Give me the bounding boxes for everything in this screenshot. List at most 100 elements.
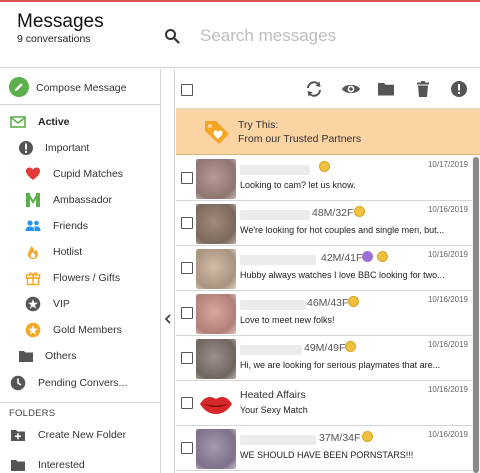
gold-member-badge-icon	[319, 161, 330, 172]
message-date: 10/16/2019	[427, 295, 468, 304]
avatar[interactable]	[196, 249, 236, 289]
message-preview: WE SHOULD HAVE BEEN PORNSTARS!!!	[240, 450, 414, 460]
trash-icon[interactable]	[414, 80, 432, 98]
ambassador-icon	[26, 193, 40, 207]
message-preview: We're looking for hot couples and single…	[240, 225, 445, 235]
folders-divider	[0, 402, 160, 403]
message-date: 10/17/2019	[427, 160, 468, 169]
message-row[interactable]: 49M/49F 10/16/2019 Hi, we are looking fo…	[176, 336, 472, 381]
refresh-icon[interactable]	[305, 80, 323, 98]
compose-message-button[interactable]: Compose Message	[0, 69, 160, 105]
gold-member-badge-icon	[354, 206, 365, 217]
gift-icon	[25, 272, 41, 286]
sidebar-item-flowers-gifts[interactable]: Flowers / Gifts	[0, 265, 160, 291]
scrollbar-thumb[interactable]	[473, 157, 479, 473]
sidebar-item-ambassador[interactable]: Ambassador	[0, 187, 160, 213]
flame-icon	[28, 246, 38, 259]
avatar[interactable]	[196, 159, 236, 199]
sidebar-item-label: Important	[45, 142, 90, 154]
message-preview: Your Sexy Match	[240, 405, 308, 415]
create-new-folder-button[interactable]: Create New Folder	[0, 422, 160, 448]
message-row[interactable]: 46M/43F 10/16/2019 Love to meet new folk…	[176, 291, 472, 336]
message-row[interactable]: 42M/41F 10/16/2019 Hubby always watches …	[176, 246, 472, 291]
message-preview: Hubby always watches I love BBC looking …	[240, 270, 445, 280]
message-preview: Hi, we are looking for serious playmates…	[240, 360, 441, 370]
avatar[interactable]	[196, 429, 236, 469]
message-list-panel: Try This: From our Trusted Partners 10/1…	[176, 69, 480, 473]
sender-name-blurred	[240, 345, 302, 355]
sidebar-collapse-handle[interactable]	[161, 69, 175, 473]
row-checkbox[interactable]	[181, 262, 193, 274]
row-checkbox[interactable]	[181, 352, 193, 364]
report-icon[interactable]	[450, 80, 468, 98]
sidebar-item-label: Cupid Matches	[53, 168, 124, 180]
sidebar-item-gold-members[interactable]: Gold Members	[0, 317, 160, 343]
promo-subtitle: From our Trusted Partners	[238, 133, 362, 145]
search-icon[interactable]	[164, 28, 180, 44]
compose-label: Compose Message	[36, 82, 127, 94]
verified-badge-icon	[362, 251, 373, 262]
star-circle-icon	[25, 296, 41, 312]
sidebar-item-others[interactable]: Others	[0, 343, 160, 369]
row-checkbox[interactable]	[181, 307, 193, 319]
avatar[interactable]	[196, 204, 236, 244]
sidebar-folder-interested[interactable]: Interested	[0, 452, 160, 473]
exclamation-circle-icon	[19, 141, 33, 155]
age-gender-meta: 37M/34F	[319, 432, 361, 444]
folder-icon	[19, 351, 33, 362]
sidebar-item-label: Friends	[53, 220, 89, 232]
folder-move-icon[interactable]	[377, 80, 395, 98]
message-row[interactable]: 48M/32F 10/16/2019 We're looking for hot…	[176, 201, 472, 246]
row-checkbox[interactable]	[181, 442, 193, 454]
search-input[interactable]	[200, 22, 450, 50]
sidebar-item-cupid-matches[interactable]: Cupid Matches	[0, 161, 160, 187]
message-row[interactable]: 37M/34F 10/16/2019 WE SHOULD HAVE BEEN P…	[176, 426, 472, 471]
message-date: 10/16/2019	[427, 205, 468, 214]
age-gender-meta: 48M/32F	[312, 207, 354, 219]
sidebar-item-vip[interactable]: VIP	[0, 291, 160, 317]
sidebar-item-hotlist[interactable]: Hotlist	[0, 239, 160, 265]
age-gender-meta: 49M/49F	[304, 342, 346, 354]
promo-banner[interactable]: Try This: From our Trusted Partners	[176, 109, 480, 155]
row-checkbox[interactable]	[181, 172, 193, 184]
avatar[interactable]	[196, 339, 236, 379]
message-row[interactable]: Heated Affairs 10/16/2019 Your Sexy Matc…	[176, 381, 472, 426]
select-all-checkbox[interactable]	[181, 84, 193, 96]
eye-icon[interactable]	[341, 80, 361, 98]
sidebar-item-important[interactable]: Important	[0, 135, 160, 161]
folders-title: FOLDERS	[9, 408, 56, 419]
row-checkbox[interactable]	[181, 397, 193, 409]
folder-plus-icon	[11, 430, 25, 441]
pencil-icon	[9, 77, 29, 97]
sidebar-item-pending-conversations[interactable]: Pending Convers...	[0, 370, 160, 396]
sidebar-item-active[interactable]: Active	[0, 109, 160, 135]
sidebar-item-label: Ambassador	[53, 194, 112, 206]
gold-star-icon	[25, 322, 41, 338]
message-date: 10/16/2019	[427, 385, 468, 394]
message-date: 10/16/2019	[427, 340, 468, 349]
gold-member-badge-icon	[377, 251, 388, 262]
sidebar-item-label: Gold Members	[53, 324, 122, 336]
gold-member-badge-icon	[362, 431, 373, 442]
sidebar-item-label: Create New Folder	[38, 429, 127, 441]
conversation-count: 9 conversations	[17, 33, 91, 45]
message-list-scrollbar[interactable]	[472, 155, 480, 473]
message-preview: Looking to cam? let us know.	[240, 180, 356, 190]
sidebar-item-friends[interactable]: Friends	[0, 213, 160, 239]
heart-icon	[26, 167, 40, 180]
sidebar-item-label: Others	[45, 350, 77, 362]
avatar[interactable]	[196, 294, 236, 334]
row-checkbox[interactable]	[181, 217, 193, 229]
folder-icon	[11, 460, 25, 471]
page-title: Messages	[17, 11, 104, 32]
message-row[interactable]: 10/17/2019 Looking to cam? let us know.	[176, 156, 472, 201]
sidebar-item-label: Interested	[38, 459, 85, 471]
message-preview: Love to meet new folks!	[240, 315, 335, 325]
clock-icon	[10, 375, 26, 391]
sidebar: Compose Message Active Important Cupid M…	[0, 69, 161, 473]
sender-name-blurred	[240, 255, 316, 265]
friends-icon	[25, 220, 41, 231]
lips-logo-icon[interactable]	[196, 384, 236, 424]
sidebar-item-label: Pending Convers...	[38, 377, 128, 389]
tag-heart-icon	[205, 121, 229, 144]
